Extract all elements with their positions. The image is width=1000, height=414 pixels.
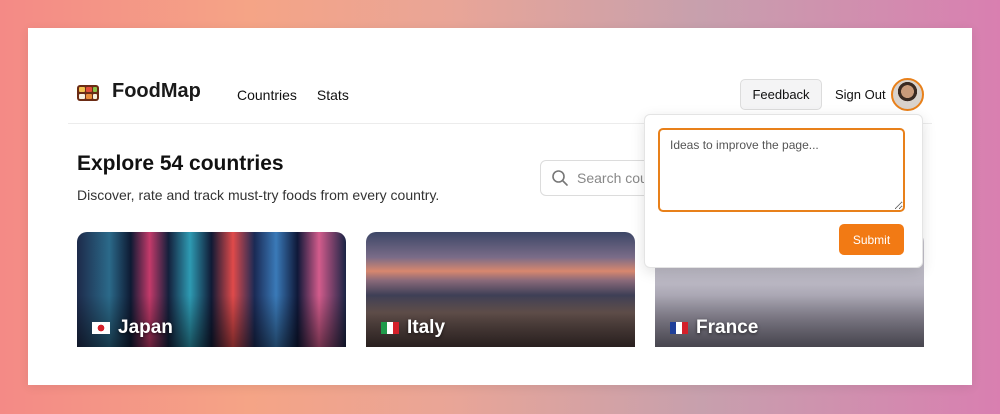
france-flag-icon <box>670 322 688 334</box>
bento-box-icon <box>76 81 100 103</box>
feedback-popover: Submit <box>644 114 923 268</box>
feedback-textarea[interactable] <box>658 128 905 212</box>
app-window: FoodMap Countries Stats Feedback Sign Ou… <box>28 28 972 385</box>
page-subtitle: Discover, rate and track must-try foods … <box>77 187 440 203</box>
country-card-italy[interactable]: Italy <box>366 232 635 347</box>
nav-countries[interactable]: Countries <box>237 87 297 103</box>
sign-out-link[interactable]: Sign Out <box>835 87 886 102</box>
card-title: France <box>696 317 759 338</box>
main-nav: Countries Stats <box>237 87 349 103</box>
italy-flag-icon <box>381 322 399 334</box>
nav-stats[interactable]: Stats <box>317 87 349 103</box>
submit-button[interactable]: Submit <box>839 224 904 255</box>
japan-flag-icon <box>92 322 110 334</box>
search-icon <box>552 170 568 186</box>
user-avatar[interactable] <box>891 78 924 111</box>
country-card-japan[interactable]: Japan <box>77 232 346 347</box>
app-name: FoodMap <box>112 80 201 102</box>
card-title: Japan <box>118 317 173 338</box>
feedback-button[interactable]: Feedback <box>740 79 822 110</box>
page-title: Explore 54 countries <box>77 152 284 175</box>
card-title: Italy <box>407 317 446 338</box>
app-logo[interactable]: FoodMap <box>76 80 201 103</box>
